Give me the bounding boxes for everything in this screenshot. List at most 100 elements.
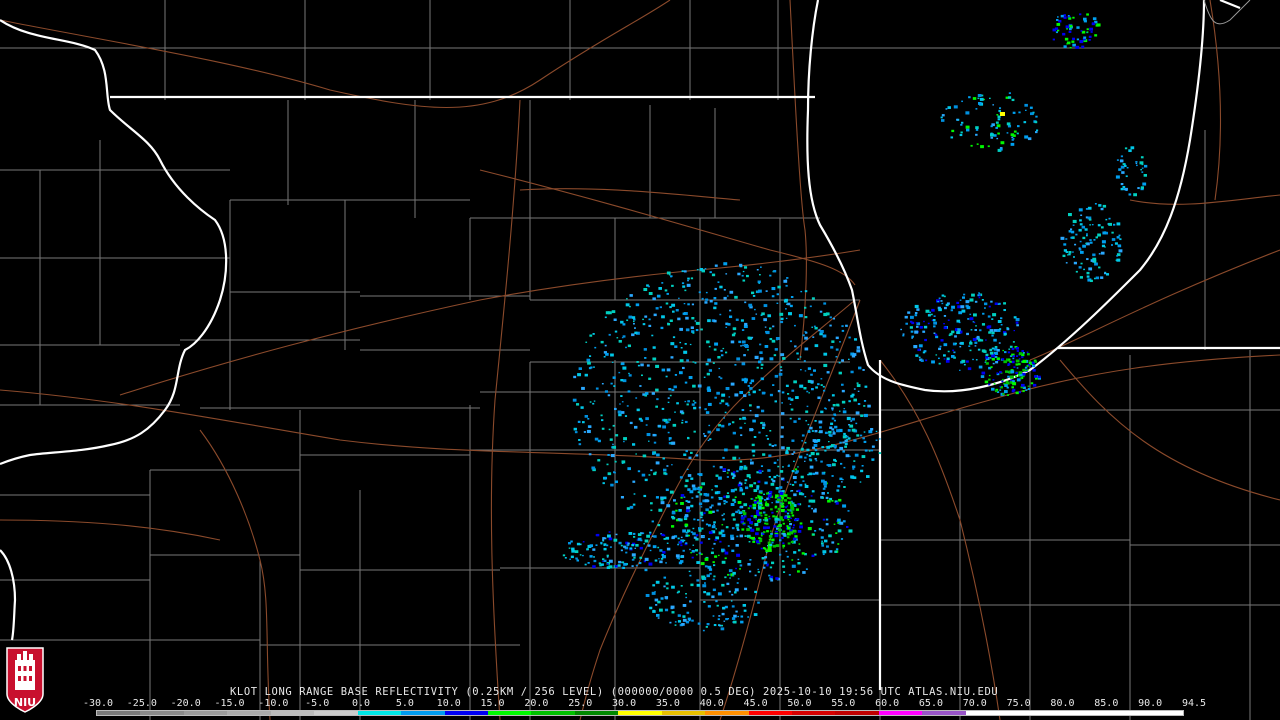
echo-pixel	[790, 490, 792, 492]
echo-pixel	[652, 433, 656, 437]
echo-pixel	[1062, 32, 1066, 36]
echo-pixel	[806, 448, 810, 452]
echo-pixel	[781, 402, 783, 404]
echo-pixel	[739, 417, 742, 420]
echo-pixel	[744, 587, 748, 591]
echo-pixel	[771, 541, 774, 544]
echo-pixel	[990, 132, 993, 135]
echo-pixel	[587, 418, 590, 420]
echo-pixel	[677, 317, 681, 321]
echo-pixel	[800, 369, 802, 371]
echo-pixel	[758, 431, 761, 434]
echo-pixel	[741, 492, 745, 496]
echo-pixel	[723, 513, 725, 515]
echo-pixel	[682, 604, 687, 607]
echo-pixel	[748, 393, 751, 396]
echo-pixel	[787, 465, 790, 467]
echo-pixel	[760, 535, 763, 537]
echo-pixel	[774, 517, 779, 521]
echo-pixel	[837, 529, 842, 533]
echo-pixel	[1013, 366, 1016, 368]
echo-pixel	[634, 327, 636, 329]
echo-pixel	[814, 449, 818, 452]
echo-pixel	[666, 504, 671, 508]
echo-pixel	[687, 277, 690, 280]
echo-pixel	[1022, 352, 1025, 354]
echo-pixel	[819, 310, 823, 313]
echo-pixel	[719, 402, 722, 405]
echo-pixel	[762, 547, 766, 550]
echo-pixel	[720, 399, 725, 403]
echo-pixel	[766, 526, 770, 529]
echo-pixel	[721, 560, 726, 564]
echo-pixel	[1011, 98, 1015, 102]
echo-pixel	[1005, 370, 1009, 373]
echo-pixel	[1116, 255, 1119, 257]
echo-pixel	[626, 405, 629, 407]
echo-pixel	[683, 453, 687, 456]
echo-pixel	[966, 306, 971, 310]
echo-pixel	[662, 425, 667, 429]
echo-pixel	[691, 619, 694, 622]
echo-pixel	[667, 401, 670, 404]
echo-pixel	[758, 499, 761, 501]
echo-pixel	[981, 371, 986, 375]
echo-pixel	[938, 308, 942, 312]
echo-pixel	[835, 336, 839, 340]
echo-pixel	[953, 351, 956, 354]
echo-pixel	[995, 361, 999, 364]
echo-pixel	[665, 562, 667, 564]
echo-pixel	[571, 549, 575, 553]
echo-pixel	[826, 371, 830, 374]
echo-pixel	[722, 519, 725, 521]
echo-pixel	[1015, 363, 1019, 366]
echo-pixel	[781, 497, 785, 500]
echo-pixel	[707, 386, 711, 389]
echo-pixel	[724, 448, 728, 452]
echo-pixel	[671, 388, 675, 392]
echo-pixel	[607, 472, 612, 476]
echo-pixel	[853, 460, 856, 462]
echo-pixel	[609, 438, 613, 441]
echo-pixel	[741, 515, 743, 517]
echo-pixel	[679, 476, 683, 479]
echo-pixel	[732, 498, 736, 502]
echo-pixel	[978, 297, 981, 299]
echo-pixel	[780, 426, 784, 429]
echo-pixel	[713, 564, 716, 567]
echo-pixel	[993, 329, 997, 332]
echo-pixel	[724, 411, 727, 414]
echo-pixel	[733, 614, 737, 618]
echo-pixel	[843, 466, 846, 469]
echo-pixel	[692, 544, 695, 546]
echo-pixel	[721, 583, 725, 587]
echo-pixel	[774, 505, 778, 508]
echo-pixel	[755, 496, 758, 499]
echo-pixel	[772, 544, 776, 548]
echo-pixel	[740, 434, 743, 437]
echo-pixel	[705, 363, 709, 366]
echo-pixel	[739, 467, 743, 471]
echo-pixel	[1067, 15, 1070, 17]
echo-pixel	[611, 310, 616, 314]
echo-pixel	[807, 423, 810, 426]
echo-pixel	[1128, 193, 1132, 196]
echo-pixel	[763, 531, 766, 534]
echo-pixel	[848, 336, 851, 339]
echo-pixel	[923, 325, 928, 329]
echo-pixel	[915, 322, 918, 324]
echo-pixel	[805, 420, 808, 422]
echo-pixel	[642, 318, 644, 321]
echo-pixel	[864, 385, 868, 388]
echo-pixel	[1092, 22, 1094, 24]
echo-pixel	[758, 289, 762, 293]
echo-pixel	[1058, 20, 1062, 23]
echo-pixel	[1111, 244, 1114, 246]
echo-pixel	[975, 108, 978, 110]
echo-pixel	[754, 590, 758, 594]
niu-logo-text: NIU	[13, 696, 37, 709]
echo-pixel	[1079, 276, 1083, 279]
echo-pixel	[743, 354, 746, 357]
echo-pixel	[849, 455, 851, 457]
echo-pixel	[855, 422, 858, 425]
